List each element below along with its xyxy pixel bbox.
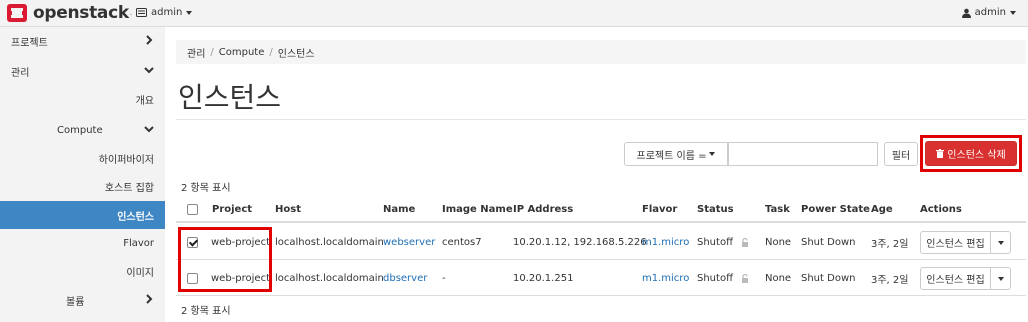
user-menu-label: admin	[974, 7, 1006, 18]
sidebar-item-host-aggregates[interactable]: 호스트 집합	[0, 172, 165, 200]
cell-image-name: centos7	[442, 236, 482, 248]
column-header-actions: Actions	[920, 204, 962, 215]
column-header-flavor[interactable]: Flavor	[642, 198, 677, 221]
column-header-host[interactable]: Host	[275, 198, 301, 221]
column-header-age[interactable]: Age	[871, 198, 893, 221]
sidebar-item-label: Flavor	[123, 237, 154, 249]
cell-age: 3주, 2일	[871, 274, 909, 286]
sidebar-item-project[interactable]: 프로젝트	[0, 27, 165, 55]
trash-icon	[936, 149, 945, 158]
sidebar-item-label: 인스턴스	[117, 211, 154, 223]
column-header-task[interactable]: Task	[765, 198, 790, 221]
chevron-right-icon	[146, 35, 153, 45]
filter-field-select[interactable]: 프로젝트 이름 =	[624, 142, 728, 166]
cell-status: Shutoff	[697, 272, 733, 284]
user-menu[interactable]: admin	[961, 7, 1016, 18]
table-header: Project Host Name Image Name IP Address …	[176, 198, 1026, 223]
breadcrumb-separator: /	[269, 46, 273, 58]
user-icon	[961, 8, 971, 18]
delete-instances-label: 인스턴스 삭제	[947, 150, 1006, 161]
project-selector-label: admin	[151, 7, 183, 18]
trademark: .	[129, 9, 133, 17]
sidebar: 프로젝트 관리 개요 Compute 하이퍼바이저 호스트 집합 인스턴스 Fl…	[0, 27, 165, 322]
chevron-down-icon	[186, 10, 193, 15]
page-title: 인스턴스	[178, 81, 282, 114]
item-count-bottom: 2 항목 표시	[181, 306, 231, 317]
breadcrumb-item[interactable]: 관리	[187, 45, 205, 60]
title-divider	[176, 119, 1026, 120]
column-header-image-name[interactable]: Image Name	[442, 198, 513, 221]
cell-task: None	[765, 236, 792, 248]
filter-button[interactable]: 필터	[884, 142, 918, 166]
sidebar-item-label: 하이퍼바이저	[98, 154, 154, 166]
sidebar-item-label: 볼륨	[66, 296, 85, 308]
chevron-down-icon	[144, 126, 154, 133]
breadcrumb-item[interactable]: Compute	[219, 47, 265, 58]
flavor-link[interactable]: m1.micro	[642, 225, 689, 259]
chevron-down-icon	[997, 240, 1004, 245]
table-row: web-project localhost.localdomain dbserv…	[176, 261, 1026, 296]
flavor-link[interactable]: m1.micro	[642, 261, 689, 295]
chevron-right-icon	[146, 294, 153, 304]
sidebar-item-label: 이미지	[126, 267, 154, 279]
item-count-top: 2 항목 표시	[181, 183, 231, 194]
highlight-box-project	[178, 227, 272, 292]
filter-field-label: 프로젝트 이름 =	[636, 150, 707, 162]
project-selector[interactable]: admin	[136, 7, 193, 18]
openstack-logo-icon	[7, 4, 27, 22]
select-all-checkbox[interactable]	[187, 204, 198, 215]
column-header-name[interactable]: Name	[383, 198, 415, 221]
sidebar-item-compute[interactable]: Compute	[0, 116, 165, 144]
sidebar-item-hypervisors[interactable]: 하이퍼바이저	[0, 144, 165, 172]
breadcrumb: 관리 / Compute / 인스턴스	[176, 40, 1026, 64]
sidebar-item-label: 호스트 집합	[104, 182, 154, 194]
cell-ip-address: 10.20.1.251	[513, 272, 574, 284]
actions-dropdown-toggle[interactable]	[990, 267, 1011, 290]
cell-power-state: Shut Down	[801, 236, 856, 248]
chevron-down-icon	[144, 67, 154, 74]
top-navbar: openstack. admin admin	[0, 0, 1028, 27]
cell-host: localhost.localdomain	[275, 272, 384, 284]
sidebar-item-label: Compute	[57, 124, 103, 136]
sidebar-item-overview[interactable]: 개요	[0, 85, 165, 113]
sidebar-item-label: 관리	[11, 67, 30, 79]
edit-instance-button[interactable]: 인스턴스 편집	[920, 231, 991, 254]
instance-name-link[interactable]: dbserver	[383, 261, 427, 295]
lock-icon	[742, 273, 748, 283]
cell-task: None	[765, 272, 792, 284]
breadcrumb-item-current: 인스턴스	[277, 48, 315, 60]
chevron-down-icon	[997, 276, 1004, 281]
column-header-project[interactable]: Project	[212, 198, 252, 221]
column-header-status[interactable]: Status	[697, 198, 734, 221]
filter-input[interactable]	[728, 142, 878, 166]
chevron-down-icon	[1010, 10, 1016, 15]
sidebar-item-admin[interactable]: 관리	[0, 57, 165, 85]
cell-status: Shutoff	[697, 236, 733, 248]
breadcrumb-separator: /	[210, 46, 214, 58]
sidebar-item-flavor[interactable]: Flavor	[0, 229, 165, 257]
sidebar-item-label: 프로젝트	[11, 37, 48, 49]
chevron-down-icon	[709, 152, 716, 156]
column-header-power-state[interactable]: Power State	[801, 198, 870, 221]
delete-instances-button[interactable]: 인스턴스 삭제	[925, 141, 1017, 166]
cell-image-name: -	[442, 272, 446, 284]
column-header-ip-address[interactable]: IP Address	[513, 198, 573, 221]
sidebar-item-images[interactable]: 이미지	[0, 257, 165, 285]
instance-name-link[interactable]: webserver	[383, 225, 435, 259]
sidebar-item-instances[interactable]: 인스턴스	[0, 201, 165, 229]
sidebar-item-volumes[interactable]: 볼륨	[0, 286, 165, 314]
edit-instance-button[interactable]: 인스턴스 편집	[920, 267, 991, 290]
cell-power-state: Shut Down	[801, 272, 856, 284]
cell-host: localhost.localdomain	[275, 236, 384, 248]
table-row: web-project localhost.localdomain webser…	[176, 225, 1026, 260]
cell-ip-address: 10.20.1.12, 192.168.5.226	[513, 236, 647, 248]
sidebar-item-label: 개요	[135, 95, 154, 107]
brand-name: openstack	[33, 3, 129, 23]
project-icon	[136, 8, 147, 17]
actions-dropdown-toggle[interactable]	[990, 231, 1011, 254]
lock-icon	[742, 237, 748, 247]
cell-age: 3주, 2일	[871, 238, 909, 250]
openstack-logo[interactable]: openstack.	[6, 3, 132, 23]
